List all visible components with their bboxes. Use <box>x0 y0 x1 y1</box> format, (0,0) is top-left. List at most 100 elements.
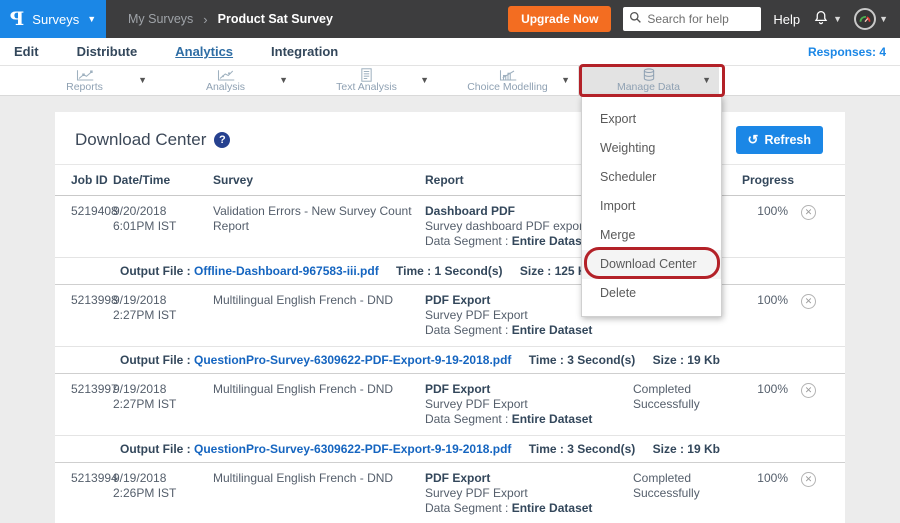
size-value: 19 Kb <box>687 442 720 456</box>
cancel-job-icon[interactable]: ✕ <box>801 383 816 398</box>
job-id-cell: 5219408 <box>71 204 113 249</box>
job-id-cell: 5213994 <box>71 471 113 516</box>
status-cell: Completed Successfully <box>633 382 738 427</box>
menu-item-import[interactable]: Import <box>582 192 721 221</box>
cancel-job-icon[interactable]: ✕ <box>801 294 816 309</box>
tab-distribute[interactable]: Distribute <box>77 44 138 59</box>
report-description: Survey PDF Export <box>425 486 623 501</box>
tab-edit[interactable]: Edit <box>14 44 39 59</box>
output-file-label: Output File : <box>120 353 194 367</box>
jobs-list: 5219408 9/20/2018 6:01PM IST Validation … <box>55 196 845 523</box>
data-segment-line: Data Segment : Entire Dataset <box>425 412 623 427</box>
topbar: P Surveys ▼ My Surveys › Product Sat Sur… <box>0 0 900 38</box>
output-file-row: Output File : QuestionPro-Survey-6309622… <box>55 435 845 463</box>
toolbar-reports-label: Reports <box>66 81 103 93</box>
caret-down-icon[interactable]: ▼ <box>138 75 147 85</box>
toolbar-analysis[interactable]: Analysis ▼ <box>155 66 296 95</box>
manage-data-dropdown: Export Weighting Scheduler Import Merge … <box>581 96 722 317</box>
toolbar-reports[interactable]: Reports ▼ <box>14 66 155 95</box>
job-id-cell: 5213998 <box>71 293 113 338</box>
size-label: Size : <box>520 264 555 278</box>
cancel-cell: ✕ <box>798 204 829 249</box>
cancel-job-icon[interactable]: ✕ <box>801 472 816 487</box>
refresh-label: Refresh <box>764 133 811 147</box>
breadcrumb-my-surveys[interactable]: My Surveys <box>128 12 193 26</box>
toolbar-manage-data-label: Manage Data <box>617 81 680 93</box>
tab-integration[interactable]: Integration <box>271 44 338 59</box>
breadcrumb-separator-icon: › <box>203 12 207 27</box>
menu-item-merge[interactable]: Merge <box>582 221 721 250</box>
help-circle-icon[interactable]: ? <box>214 132 230 148</box>
caret-down-icon: ▼ <box>87 14 96 24</box>
notifications-button[interactable]: ▼ <box>812 9 842 30</box>
time-label: Time : <box>529 442 567 456</box>
output-file-label: Output File : <box>120 442 194 456</box>
cancel-cell: ✕ <box>798 382 829 427</box>
refresh-icon: ↺ <box>748 132 759 148</box>
surveys-menu[interactable]: P Surveys ▼ <box>0 0 106 38</box>
breadcrumb-current-survey: Product Sat Survey <box>218 12 333 26</box>
tab-analytics[interactable]: Analytics <box>175 44 233 59</box>
table-row: 5213997 9/19/2018 2:27PM IST Multilingua… <box>55 374 845 435</box>
account-menu[interactable]: ▼ <box>854 8 888 30</box>
cancel-cell: ✕ <box>798 293 829 338</box>
menu-item-download-center[interactable]: Download Center <box>582 250 721 279</box>
menu-item-export[interactable]: Export <box>582 105 721 134</box>
page-title: Download Center <box>75 130 206 150</box>
caret-down-icon: ▼ <box>879 14 888 24</box>
output-file-link[interactable]: Offline-Dashboard-967583-iii.pdf <box>194 264 379 278</box>
status-cell: Completed Successfully <box>633 471 738 516</box>
table-row: 5213998 9/19/2018 2:27PM IST Multilingua… <box>55 285 845 346</box>
breadcrumb: My Surveys › Product Sat Survey <box>128 12 333 27</box>
job-id-cell: 5213997 <box>71 382 113 427</box>
table-header: Job ID Date/Time Survey Report Progress <box>55 164 845 196</box>
toolbar-choice-modelling-label: Choice Modelling <box>467 81 548 93</box>
col-header-progress: Progress <box>738 165 798 195</box>
search-icon <box>629 11 642 27</box>
date-time-cell: 9/19/2018 2:27PM IST <box>113 382 213 427</box>
caret-down-icon[interactable]: ▼ <box>702 75 711 85</box>
responses-count: Responses: 4 <box>808 45 886 59</box>
help-search-box[interactable] <box>623 7 761 31</box>
caret-down-icon[interactable]: ▼ <box>420 75 429 85</box>
database-icon <box>642 68 656 82</box>
refresh-button[interactable]: ↺ Refresh <box>736 126 823 154</box>
menu-item-scheduler[interactable]: Scheduler <box>582 163 721 192</box>
menu-item-delete[interactable]: Delete <box>582 279 721 308</box>
page-background: Download Center ? ↺ Refresh Job ID Date/… <box>0 96 900 523</box>
table-row: 5219408 9/20/2018 6:01PM IST Validation … <box>55 196 845 257</box>
survey-nav: Edit Distribute Analytics Integration Re… <box>0 38 900 66</box>
data-segment-line: Data Segment : Entire Dataset <box>425 501 623 516</box>
progress-cell: 100% <box>738 293 798 338</box>
caret-down-icon[interactable]: ▼ <box>279 75 288 85</box>
col-header-date-time: Date/Time <box>113 165 213 195</box>
survey-cell: Multilingual English French - DND <box>213 471 425 516</box>
menu-item-weighting[interactable]: Weighting <box>582 134 721 163</box>
output-file-link[interactable]: QuestionPro-Survey-6309622-PDF-Export-9-… <box>194 442 511 456</box>
report-cell: PDF Export Survey PDF Export Data Segmen… <box>425 382 633 427</box>
survey-cell: Validation Errors - New Survey Count Rep… <box>213 204 425 249</box>
data-segment-line: Data Segment : Entire Dataset <box>425 323 623 338</box>
data-segment-value: Entire Dataset <box>512 501 593 515</box>
size-value: 19 Kb <box>687 353 720 367</box>
output-file-link[interactable]: QuestionPro-Survey-6309622-PDF-Export-9-… <box>194 353 511 367</box>
date-time-cell: 9/19/2018 2:27PM IST <box>113 293 213 338</box>
caret-down-icon[interactable]: ▼ <box>561 75 570 85</box>
cancel-job-icon[interactable]: ✕ <box>801 205 816 220</box>
help-link[interactable]: Help <box>773 12 800 27</box>
time-value: 3 Second(s) <box>567 442 635 456</box>
time-label: Time : <box>396 264 434 278</box>
toolbar-text-analysis-label: Text Analysis <box>336 81 397 93</box>
upgrade-now-button[interactable]: Upgrade Now <box>508 6 611 32</box>
toolbar-manage-data[interactable]: Manage Data ▼ <box>578 66 719 95</box>
toolbar-text-analysis[interactable]: Text Analysis ▼ <box>296 66 437 95</box>
help-search-input[interactable] <box>647 12 755 26</box>
progress-cell: 100% <box>738 382 798 427</box>
topbar-right: Upgrade Now Help ▼ ▼ <box>508 6 900 32</box>
time-value: 3 Second(s) <box>567 353 635 367</box>
date-time-cell: 9/19/2018 2:26PM IST <box>113 471 213 516</box>
toolbar-choice-modelling[interactable]: Choice Modelling ▼ <box>437 66 578 95</box>
report-title: PDF Export <box>425 382 623 397</box>
survey-cell: Multilingual English French - DND <box>213 382 425 427</box>
report-cell: PDF Export Survey PDF Export Data Segmen… <box>425 471 633 516</box>
